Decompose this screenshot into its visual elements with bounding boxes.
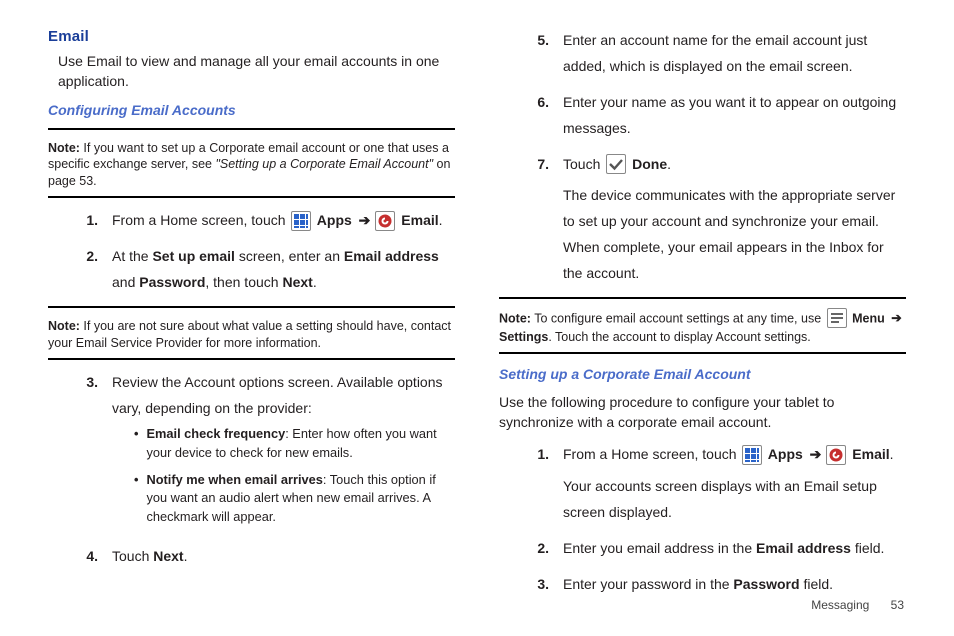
divider [48,306,455,308]
step-number: 1. [531,442,549,526]
note-label: Note: [48,319,80,333]
step-number: 2. [80,244,98,296]
corporate-steps: 1. From a Home screen, touch Apps ➔ Emai… [531,442,906,597]
email-icon [826,445,846,465]
corp-step-2: 2. Enter you email address in the Email … [531,536,906,562]
step-text: From a Home screen, touch Apps ➔ Email. … [563,442,906,526]
step-text: Enter your name as you want it to appear… [563,90,906,142]
apps-icon [742,445,762,465]
bullet-frequency: Email check frequency: Enter how often y… [134,425,455,462]
step-number: 4. [80,544,98,570]
page-footer: Messaging 53 [811,598,904,612]
section-heading: Email [48,28,455,45]
note-text: If you are not sure about what value a s… [48,319,451,350]
step-text: Enter you email address in the Email add… [563,536,906,562]
arrow-icon: ➔ [891,311,901,325]
divider [48,358,455,360]
step-text: Touch Next. [112,544,455,570]
divider [499,352,906,354]
divider [48,128,455,130]
step-text: Enter an account name for the email acco… [563,28,906,80]
step-text: From a Home screen, touch Apps ➔ Email. [112,208,455,234]
arrow-icon: ➔ [359,212,371,228]
intro-text: Use Email to view and manage all your em… [58,51,445,92]
step-number: 5. [531,28,549,80]
email-icon [375,211,395,231]
steps-list-right: 5. Enter an account name for the email a… [531,28,906,287]
subheading-corporate: Setting up a Corporate Email Account [499,366,906,382]
step-text: Enter your password in the Password fiel… [563,572,906,598]
check-icon [606,154,626,174]
divider [48,196,455,198]
step-number: 1. [80,208,98,234]
steps-list-cont: 3. Review the Account options screen. Av… [80,370,455,570]
step-number: 3. [80,370,98,535]
step-4: 4. Touch Next. [80,544,455,570]
apps-icon [291,211,311,231]
step-6: 6. Enter your name as you want it to app… [531,90,906,142]
step-number: 7. [531,152,549,287]
right-column: 5. Enter an account name for the email a… [499,28,906,616]
corp-step-3: 3. Enter your password in the Password f… [531,572,906,598]
note-label: Note: [48,141,80,155]
step-2: 2. At the Set up email screen, enter an … [80,244,455,296]
note-settings: Note: To configure email account setting… [499,309,906,346]
corporate-intro: Use the following procedure to configure… [499,392,896,433]
options-bullets: Email check frequency: Enter how often y… [134,425,455,526]
step-7-body: The device communicates with the appropr… [563,183,906,287]
corp-step-1-body: Your accounts screen displays with an Em… [563,474,906,526]
step-3: 3. Review the Account options screen. Av… [80,370,455,535]
note-provider: Note: If you are not sure about what val… [48,318,455,352]
step-1: 1. From a Home screen, touch Apps ➔ Emai… [80,208,455,234]
step-text: Touch Done. The device communicates with… [563,152,906,287]
corp-step-1: 1. From a Home screen, touch Apps ➔ Emai… [531,442,906,526]
step-5: 5. Enter an account name for the email a… [531,28,906,80]
step-number: 3. [531,572,549,598]
divider [499,297,906,299]
step-text: At the Set up email screen, enter an Ema… [112,244,455,296]
page-number: 53 [891,598,904,612]
note-corporate: Note: If you want to set up a Corporate … [48,140,455,191]
subheading-configuring: Configuring Email Accounts [48,102,455,118]
manual-page: Email Use Email to view and manage all y… [0,0,954,636]
left-column: Email Use Email to view and manage all y… [48,28,455,616]
note-reference: "Setting up a Corporate Email Account" [215,157,433,171]
steps-list: 1. From a Home screen, touch Apps ➔ Emai… [80,208,455,296]
menu-icon [827,308,847,328]
note-label: Note: [499,311,531,325]
step-text: Review the Account options screen. Avail… [112,370,455,535]
footer-section: Messaging [811,598,869,612]
step-number: 2. [531,536,549,562]
step-number: 6. [531,90,549,142]
arrow-icon: ➔ [810,446,822,462]
step-7: 7. Touch Done. The device communicates w… [531,152,906,287]
bullet-notify: Notify me when email arrives: Touch this… [134,471,455,527]
